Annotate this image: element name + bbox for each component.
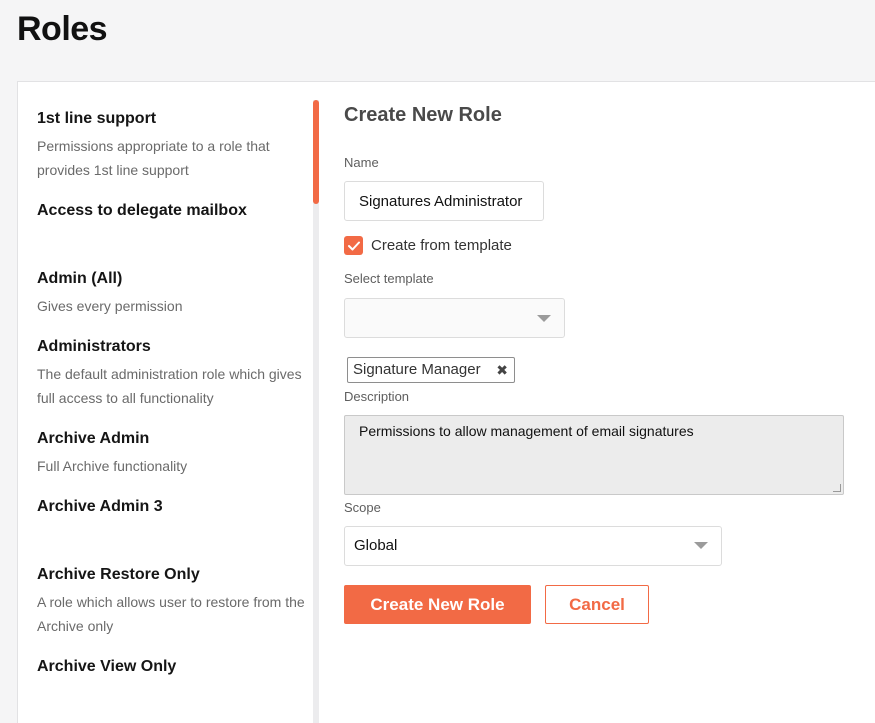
page-title: Roles <box>17 10 108 48</box>
role-name: 1st line support <box>37 110 157 127</box>
chevron-down-icon <box>694 542 708 549</box>
check-icon <box>347 241 360 250</box>
roles-panel: 1st line support Permissions appropriate… <box>17 81 875 723</box>
role-item[interactable]: Archive Restore Only A role which allows… <box>37 564 307 638</box>
name-input[interactable]: Signatures Administrator <box>344 181 544 221</box>
role-item[interactable]: 1st line support Permissions appropriate… <box>37 108 307 182</box>
scope-label: Scope <box>344 500 381 515</box>
select-template-label: Select template <box>344 271 434 286</box>
name-label: Name <box>344 155 379 170</box>
role-name: Archive Admin 3 <box>37 498 163 515</box>
template-tag: Signature Manager ✖ <box>347 357 515 383</box>
role-name: Archive Admin <box>37 430 150 447</box>
role-item[interactable]: Access to delegate mailbox <box>37 200 307 222</box>
create-from-template-checkbox[interactable] <box>344 236 363 255</box>
select-template-dropdown[interactable] <box>344 298 565 338</box>
chevron-down-icon <box>537 315 551 322</box>
resize-handle-icon[interactable] <box>833 484 841 492</box>
role-item[interactable]: Archive View Only <box>37 656 307 678</box>
role-name: Administrators <box>37 338 151 355</box>
cancel-button[interactable]: Cancel <box>545 585 649 624</box>
create-from-template-label[interactable]: Create from template <box>371 236 512 255</box>
role-description: Gives every permission <box>37 298 183 314</box>
description-textarea[interactable]: Permissions to allow management of email… <box>344 415 844 495</box>
form-title: Create New Role <box>344 104 502 126</box>
role-list: 1st line support Permissions appropriate… <box>18 82 314 723</box>
role-list-scrollbar-thumb[interactable] <box>313 100 319 204</box>
role-item[interactable]: Administrators The default administratio… <box>37 336 307 410</box>
role-description: Permissions appropriate to a role that p… <box>37 138 270 178</box>
description-text: Permissions to allow management of email… <box>359 423 694 439</box>
role-name: Archive View Only <box>37 658 177 675</box>
create-role-form: Create New Role Name Signatures Administ… <box>344 82 875 723</box>
role-name: Access to delegate mailbox <box>37 202 247 219</box>
template-tag-label: Signature Manager <box>353 361 481 378</box>
role-item[interactable]: Archive Admin Full Archive functionality <box>37 428 307 478</box>
scope-value: Global <box>354 537 398 554</box>
role-name: Archive Restore Only <box>37 566 200 583</box>
close-icon[interactable]: ✖ <box>496 358 508 382</box>
role-item[interactable]: Archive Admin 3 <box>37 496 307 518</box>
role-name: Admin (All) <box>37 270 123 287</box>
role-description: Full Archive functionality <box>37 458 188 474</box>
role-description: The default administration role which gi… <box>37 366 302 406</box>
description-label: Description <box>344 389 410 404</box>
role-item[interactable]: Admin (All) Gives every permission <box>37 268 307 318</box>
scope-dropdown[interactable]: Global <box>344 526 722 566</box>
create-new-role-button[interactable]: Create New Role <box>344 585 531 624</box>
role-description: A role which allows user to restore from… <box>37 594 305 634</box>
